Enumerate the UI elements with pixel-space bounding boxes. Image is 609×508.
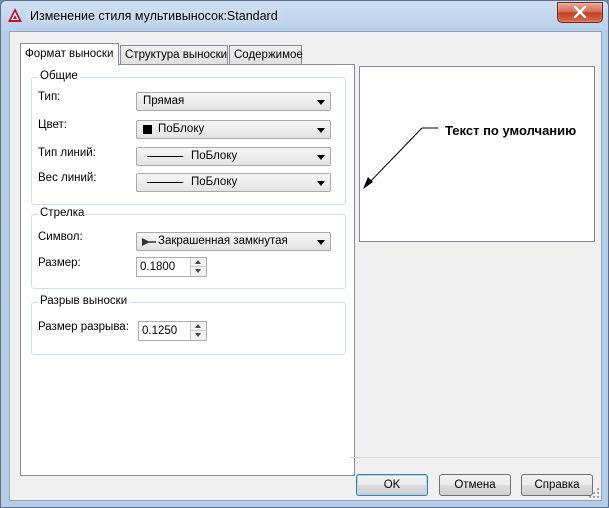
symbol-value: Закрашенная замкнутая <box>158 235 288 247</box>
spinner-buttons <box>190 258 206 276</box>
close-icon <box>573 6 587 18</box>
type-value: Прямая <box>143 95 185 107</box>
linetype-value: ПоБлоку <box>191 150 238 162</box>
break-size-value: 0.1250 <box>142 325 178 337</box>
ok-button[interactable]: OK <box>356 474 428 496</box>
chevron-down-icon <box>317 240 325 245</box>
dialog-window: Изменение стиля мультивыносок:Standard Ф… <box>0 0 609 508</box>
arrow-size-stepper[interactable]: 0.1800 <box>136 257 207 277</box>
preview-default-text: Текст по умолчанию <box>445 123 577 138</box>
window-title: Изменение стиля мультивыносок:Standard <box>30 9 278 23</box>
lineweight-label: Вес линий: <box>38 172 97 184</box>
break-size-stepper[interactable]: 0.1250 <box>138 321 207 341</box>
arrow-size-value: 0.1800 <box>140 261 176 273</box>
break-size-label: Размер разрыва: <box>38 321 129 333</box>
chevron-down-icon <box>317 128 325 133</box>
leader-preview-drawing <box>363 127 438 189</box>
line-sample-icon <box>147 156 183 157</box>
chevron-down-icon <box>317 155 325 160</box>
linetype-combo[interactable]: ПоБлоку <box>136 147 331 166</box>
spin-up-button[interactable] <box>191 322 206 331</box>
help-button[interactable]: Справка <box>521 474 593 496</box>
resize-grip-icon[interactable] <box>589 488 599 498</box>
lineweight-combo[interactable]: ПоБлоку <box>136 173 331 192</box>
color-value: ПоБлоку <box>158 123 205 135</box>
tab-leader-structure[interactable]: Структура выноски <box>120 45 228 64</box>
autocad-app-icon <box>8 8 22 22</box>
tab-leader-format[interactable]: Формат выноски <box>20 43 119 65</box>
cancel-button[interactable]: Отмена <box>439 474 511 496</box>
spin-down-button[interactable] <box>191 331 206 340</box>
type-label: Тип: <box>38 91 61 103</box>
color-combo[interactable]: ПоБлоку <box>136 120 331 139</box>
spinner-buttons <box>190 322 206 340</box>
preview-pane: Текст по умолчанию <box>359 66 595 242</box>
chevron-down-icon <box>317 181 325 186</box>
group-general-title: Общие <box>38 70 80 82</box>
color-swatch-icon <box>143 125 152 134</box>
arrow-size-label: Размер: <box>38 257 81 269</box>
group-arrowhead-title: Стрелка <box>38 207 87 219</box>
tab-content[interactable]: Содержимое <box>229 45 303 64</box>
symbol-label: Символ: <box>38 231 83 243</box>
group-leader-break-title: Разрыв выноски <box>38 295 130 307</box>
linetype-label: Тип линий: <box>38 147 96 159</box>
color-label: Цвет: <box>38 119 67 131</box>
close-button[interactable] <box>557 2 603 23</box>
button-separator <box>350 457 600 458</box>
group-arrowhead: Стрелка <box>31 207 346 289</box>
spin-up-button[interactable] <box>191 258 206 267</box>
spin-down-button[interactable] <box>191 267 206 276</box>
type-combo[interactable]: Прямая <box>136 92 331 111</box>
title-bar[interactable]: Изменение стиля мультивыносок:Standard <box>1 1 608 31</box>
dialog-client-area: Формат выноски Структура выноски Содержи… <box>9 31 602 501</box>
symbol-combo[interactable]: Закрашенная замкнутая <box>136 232 331 251</box>
closed-filled-arrow-icon <box>142 238 156 246</box>
chevron-down-icon <box>317 100 325 105</box>
tab-panel-leader-format: Общие Тип: Прямая Цвет: ПоБлоку Тип лини… <box>20 64 355 476</box>
line-sample-icon <box>147 182 183 183</box>
lineweight-value: ПоБлоку <box>191 176 238 188</box>
